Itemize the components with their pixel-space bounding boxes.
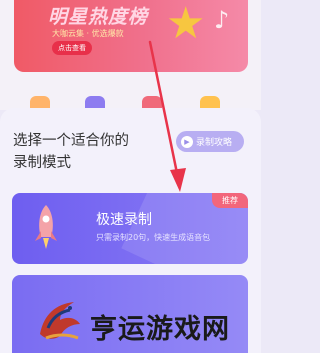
card-description: 只需录制20句，快速生成语音包 [96,233,211,242]
watermark-text: 亨运游戏网 [90,314,230,345]
sheet-heading: 选择一个适合你的 录制模式 [13,130,173,174]
music-note-icon: ♪ [214,6,230,34]
recommended-badge: 推荐 [212,193,248,208]
fast-record-card[interactable]: 推荐 极速录制 只需录制20句，快速生成语音包 [12,193,248,264]
banner-title: 明星热度榜 [48,6,149,28]
recording-guide-label: 录制攻略 [196,138,233,148]
rocket-icon [35,205,57,249]
banner-view-button[interactable]: 点击查看 [52,41,92,55]
sheet-heading-line2: 录制模式 [13,155,71,171]
star-ranking-banner[interactable]: 明星热度榜 大咖云集 · 优选爆款 点击查看 ★ ♪ [14,0,248,72]
star-icon: ★ [166,0,206,49]
sheet-heading-line1: 选择一个适合你的 [13,133,129,149]
banner-subtitle: 大咖云集 · 优选爆款 [52,29,124,38]
recording-guide-button[interactable]: ▶ 录制攻略 [176,131,244,152]
card-title: 极速录制 [96,212,152,228]
watermark-logo-icon [40,302,80,340]
play-icon: ▶ [181,135,193,148]
